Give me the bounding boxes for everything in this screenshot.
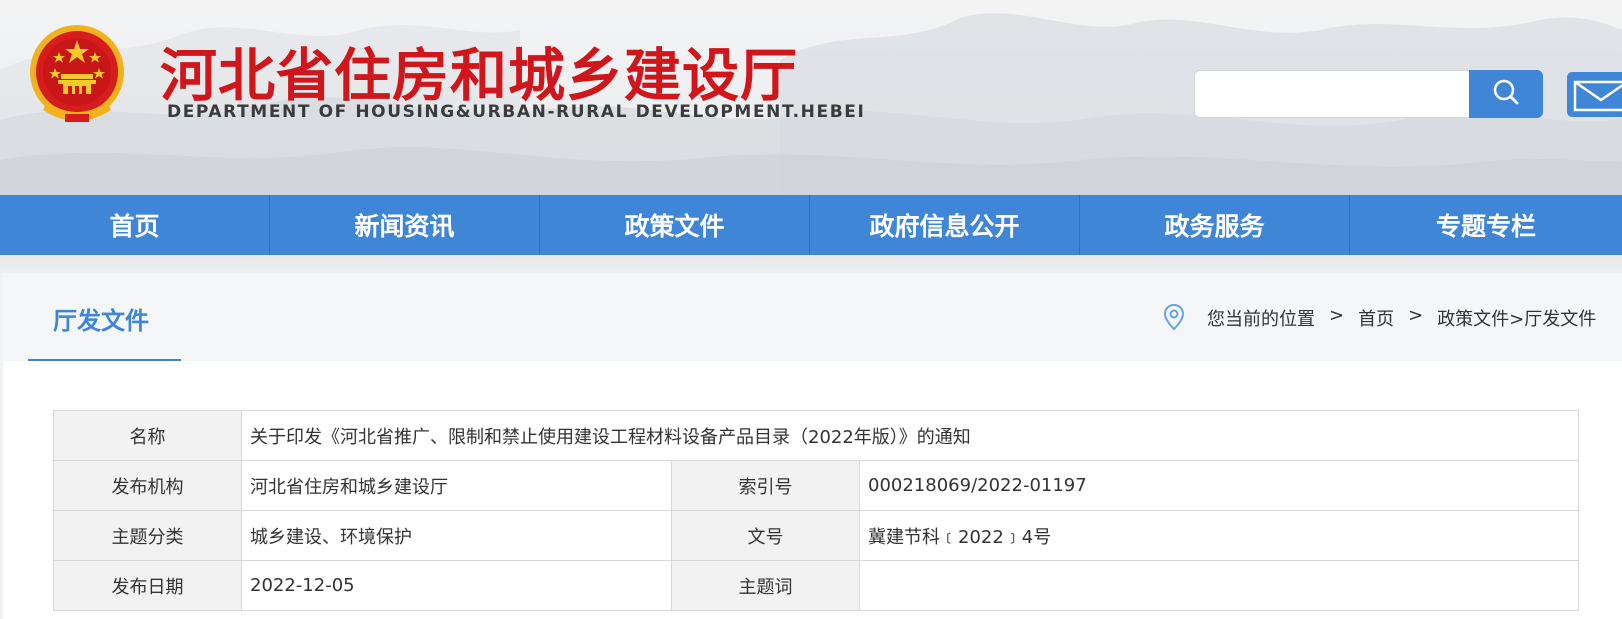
breadcrumb-path-link[interactable]: 政策文件>厅发文件 xyxy=(1437,305,1596,331)
nav-shadow xyxy=(0,255,1622,273)
national-emblem-logo xyxy=(25,22,129,126)
site-title: 河北省住房和城乡建设厅 xyxy=(160,43,798,109)
document-info-table: 名称 关于印发《河北省推广、限制和禁止使用建设工程材料设备产品目录（2022年版… xyxy=(53,410,1579,611)
docno-value: 冀建节科﹝2022﹞4号 xyxy=(859,510,1579,561)
breadcrumb: 您当前的位置 > 首页 > 政策文件>厅发文件 xyxy=(1207,305,1596,331)
table-row: 发布日期 2022-12-05 主题词 xyxy=(53,560,1579,611)
breadcrumb-home-link[interactable]: 首页 xyxy=(1358,305,1394,331)
section-title-underline xyxy=(28,359,181,361)
site-header: 河北省住房和城乡建设厅 DEPARTMENT OF HOUSING&URBAN-… xyxy=(0,0,1622,195)
table-row: 名称 关于印发《河北省推广、限制和禁止使用建设工程材料设备产品目录（2022年版… xyxy=(53,410,1579,461)
nav-item-policy[interactable]: 政策文件 xyxy=(540,195,810,255)
publisher-label: 发布机构 xyxy=(53,460,242,511)
docno-label: 文号 xyxy=(671,510,860,561)
section-title: 厅发文件 xyxy=(53,307,149,335)
section-header: 厅发文件 您当前的位置 > 首页 > 政策文件>厅发文件 xyxy=(3,273,1622,361)
search-icon xyxy=(1492,78,1520,110)
table-row: 发布机构 河北省住房和城乡建设厅 索引号 000218069/2022-0119… xyxy=(53,460,1579,511)
table-row: 主题分类 城乡建设、环境保护 文号 冀建节科﹝2022﹞4号 xyxy=(53,510,1579,561)
name-label: 名称 xyxy=(53,410,242,461)
keywords-value xyxy=(859,560,1579,611)
date-label: 发布日期 xyxy=(53,560,242,611)
nav-item-gov-info[interactable]: 政府信息公开 xyxy=(810,195,1080,255)
main-nav: 首页 新闻资讯 政策文件 政府信息公开 政务服务 专题专栏 xyxy=(0,195,1622,255)
keywords-label: 主题词 xyxy=(671,560,860,611)
name-value: 关于印发《河北省推广、限制和禁止使用建设工程材料设备产品目录（2022年版）》的… xyxy=(241,410,1579,461)
index-label: 索引号 xyxy=(671,460,860,511)
index-value: 000218069/2022-01197 xyxy=(859,460,1579,511)
search-input[interactable] xyxy=(1194,70,1469,118)
publisher-value: 河北省住房和城乡建设厅 xyxy=(241,460,672,511)
nav-item-topics[interactable]: 专题专栏 xyxy=(1350,195,1622,255)
breadcrumb-separator: > xyxy=(1329,305,1345,326)
mail-icon xyxy=(1567,80,1622,117)
nav-item-home[interactable]: 首页 xyxy=(0,195,270,255)
location-pin-icon xyxy=(1163,303,1185,331)
nav-item-news[interactable]: 新闻资讯 xyxy=(270,195,540,255)
category-value: 城乡建设、环境保护 xyxy=(241,510,672,561)
date-value: 2022-12-05 xyxy=(241,560,672,611)
mail-button[interactable] xyxy=(1567,72,1622,117)
content-panel: 厅发文件 您当前的位置 > 首页 > 政策文件>厅发文件 名称 关于印发《河北省… xyxy=(3,273,1622,619)
breadcrumb-prefix: 您当前的位置 xyxy=(1207,309,1315,330)
breadcrumb-separator: > xyxy=(1408,305,1424,326)
nav-item-services[interactable]: 政务服务 xyxy=(1080,195,1350,255)
page-root: 河北省住房和城乡建设厅 DEPARTMENT OF HOUSING&URBAN-… xyxy=(0,0,1622,619)
category-label: 主题分类 xyxy=(53,510,242,561)
site-subtitle: DEPARTMENT OF HOUSING&URBAN-RURAL DEVELO… xyxy=(167,102,866,122)
search-button[interactable] xyxy=(1469,70,1543,118)
